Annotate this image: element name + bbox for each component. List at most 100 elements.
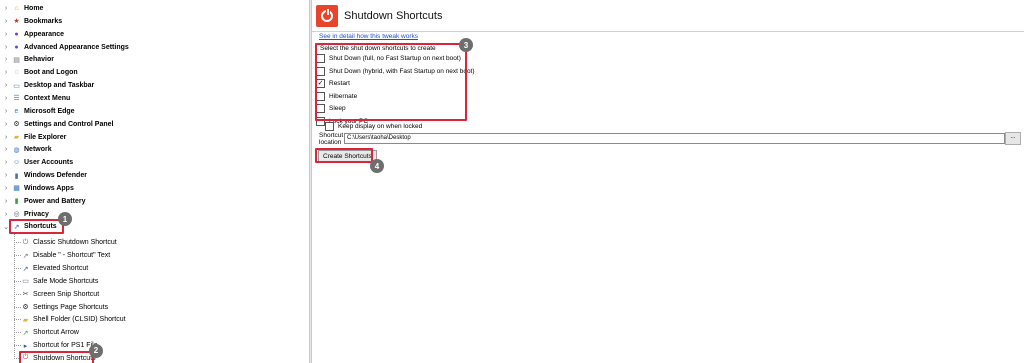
expand-chevron-icon[interactable]: › — [2, 82, 10, 89]
settings-icon: ⚙ — [13, 121, 20, 129]
browse-button[interactable]: ... — [1005, 132, 1021, 145]
defender-icon: ▮ — [14, 172, 19, 180]
expand-chevron-icon[interactable]: › — [2, 185, 10, 192]
tree-subitem-safe-mode-shortcuts[interactable]: ▭ Safe Mode Shortcuts — [20, 275, 98, 288]
tree-subitem-disable-shortcut-text[interactable]: ↗ Disable " - Shortcut" Text — [20, 249, 111, 262]
shell-folder-icon: ▰ — [22, 316, 29, 324]
tree-subitem-label: Disable " - Shortcut" Text — [33, 252, 111, 260]
callout-box-create — [315, 148, 373, 163]
tree-subitem-label: Settings Page Shortcuts — [33, 303, 109, 311]
expand-chevron-icon[interactable]: › — [2, 146, 10, 153]
keep-display-checkbox[interactable]: Keep display on when locked — [325, 122, 422, 131]
callout-number-2: 2 — [89, 343, 103, 358]
header-divider — [312, 31, 1024, 32]
folder-icon: ▰ — [13, 134, 20, 141]
tree-subitem-elevated-shortcut[interactable]: ↗ Elevated Shortcut — [20, 262, 89, 275]
safe-mode-icon: ▭ — [22, 278, 29, 286]
tree-subitem-label: Classic Shutdown Shortcut — [33, 239, 117, 247]
expand-chevron-icon[interactable]: › — [2, 198, 10, 205]
tree-item-label: Context Menu — [24, 94, 71, 102]
tree-item-desktop-and-taskbar[interactable]: › ▭ Desktop and Taskbar — [0, 79, 94, 92]
tree-item-context-menu[interactable]: › ☰ Context Menu — [0, 92, 70, 105]
tree-item-label: Bookmarks — [24, 17, 63, 25]
expand-chevron-icon[interactable]: › — [2, 31, 10, 38]
expand-chevron-icon[interactable]: › — [2, 44, 10, 51]
expand-chevron-icon[interactable]: › — [2, 5, 10, 12]
callout-number-1: 1 — [58, 212, 72, 227]
context-menu-icon: ☰ — [13, 95, 20, 103]
user-icon: ☺ — [12, 159, 21, 167]
tree-subitem-screen-snip-shortcut[interactable]: ✂ Screen Snip Shortcut — [20, 288, 100, 301]
expand-chevron-icon[interactable]: › — [2, 172, 10, 179]
page-title: Shutdown Shortcuts — [344, 10, 443, 22]
navigation-tree[interactable]: › ⌂ Home › ★ Bookmarks › ● Appearance › ● Advanced … — [0, 0, 309, 363]
expand-chevron-icon[interactable]: › — [2, 95, 10, 102]
tree-item-microsoft-edge[interactable]: › e Microsoft Edge — [0, 105, 75, 118]
tree-item-boot-and-logon[interactable]: › ◌ Boot and Logon — [0, 66, 78, 79]
tree-item-file-explorer[interactable]: › ▰ File Explorer — [0, 131, 67, 144]
tree-item-label: File Explorer — [24, 133, 67, 141]
shortcut-location-input[interactable]: C:\Users\taoha\Desktop — [344, 133, 1005, 144]
tree-subitem-shortcut-arrow[interactable]: ↗ Shortcut Arrow — [20, 326, 79, 339]
keep-display-box[interactable] — [325, 122, 334, 131]
expand-chevron-icon[interactable]: › — [2, 18, 10, 25]
tree-item-label: Windows Apps — [24, 184, 74, 192]
tree-item-home[interactable]: › ⌂ Home — [0, 2, 44, 15]
tree-item-advanced-appearance-settings[interactable]: › ● Advanced Appearance Settings — [0, 41, 129, 54]
tree-subitem-settings-page-shortcuts[interactable]: ⚙ Settings Page Shortcuts — [20, 301, 108, 314]
expand-chevron-icon[interactable]: › — [2, 159, 10, 166]
tree-guide-line — [14, 233, 15, 359]
tree-item-user-accounts[interactable]: › ☺ User Accounts — [0, 156, 73, 169]
expand-chevron-icon[interactable]: › — [2, 108, 10, 115]
tree-item-settings-and-control-panel[interactable]: › ⚙ Settings and Control Panel — [0, 118, 114, 131]
callout-box-shortcuts — [9, 219, 64, 235]
edge-icon: e — [14, 107, 19, 115]
advanced-appearance-icon: ● — [14, 43, 19, 51]
tree-item-label: Appearance — [24, 30, 65, 38]
callout-number-4: 4 — [370, 159, 384, 173]
tree-item-label: Boot and Logon — [24, 69, 78, 77]
tree-item-label: Network — [24, 146, 52, 154]
tree-item-bookmarks[interactable]: › ★ Bookmarks — [0, 15, 62, 28]
tree-subitem-label: Screen Snip Shortcut — [33, 290, 100, 298]
tweak-details-link[interactable]: See in detail how this tweak works — [319, 33, 418, 40]
expand-chevron-icon[interactable]: › — [2, 121, 10, 128]
tree-item-network[interactable]: › ◍ Network — [0, 143, 52, 156]
tree-item-label: Microsoft Edge — [24, 107, 75, 115]
tree-item-label: Desktop and Taskbar — [24, 82, 95, 90]
callout-box-options — [315, 43, 467, 121]
network-icon: ◍ — [13, 146, 20, 154]
shutdown-icon: ⏻ — [22, 238, 29, 246]
tree-item-label: Privacy — [24, 210, 49, 218]
tree-item-behavior[interactable]: › ▤ Behavior — [0, 53, 54, 66]
bookmark-icon: ★ — [13, 18, 20, 26]
tree-item-windows-defender[interactable]: › ▮ Windows Defender — [0, 169, 87, 182]
tree-subitem-label: Shortcut Arrow — [33, 329, 79, 337]
privacy-icon: ◎ — [13, 211, 20, 219]
apps-icon: ▦ — [13, 185, 20, 193]
expand-chevron-icon[interactable]: › — [2, 134, 10, 141]
tree-item-label: Windows Defender — [24, 172, 87, 180]
battery-icon: ▮ — [14, 198, 19, 206]
expand-chevron-icon[interactable]: › — [2, 56, 10, 63]
keep-display-label: Keep display on when locked — [338, 123, 423, 130]
expand-chevron-icon[interactable]: › — [2, 211, 10, 218]
scissors-icon: ✂ — [22, 291, 29, 299]
location-label-line2: location — [319, 139, 342, 146]
callout-box-shutdown-shortcuts — [19, 350, 94, 363]
tree-subitem-label: Shell Folder (CLSID) Shortcut — [33, 316, 126, 324]
tree-item-label: Behavior — [24, 56, 54, 64]
tree-subitem-label: Elevated Shortcut — [33, 265, 89, 272]
tree-item-power-and-battery[interactable]: › ▮ Power and Battery — [0, 195, 86, 208]
tree-item-label: Power and Battery — [24, 197, 86, 205]
tree-item-appearance[interactable]: › ● Appearance — [0, 28, 64, 41]
behavior-icon: ▤ — [13, 56, 20, 64]
expand-chevron-icon[interactable]: › — [2, 69, 10, 76]
shortcut-location-label: Shortcut location — [319, 132, 343, 146]
shutdown-icon — [316, 5, 338, 27]
tree-item-windows-apps[interactable]: › ▦ Windows Apps — [0, 182, 74, 195]
disable-text-icon: ↗ — [22, 252, 29, 260]
tree-item-label: User Accounts — [24, 159, 74, 167]
tree-subitem-shell-folder-clsid-shortcut[interactable]: ▰ Shell Folder (CLSID) Shortcut — [20, 313, 126, 326]
tree-subitem-classic-shutdown-shortcut[interactable]: ⏻ Classic Shutdown Shortcut — [20, 236, 117, 249]
